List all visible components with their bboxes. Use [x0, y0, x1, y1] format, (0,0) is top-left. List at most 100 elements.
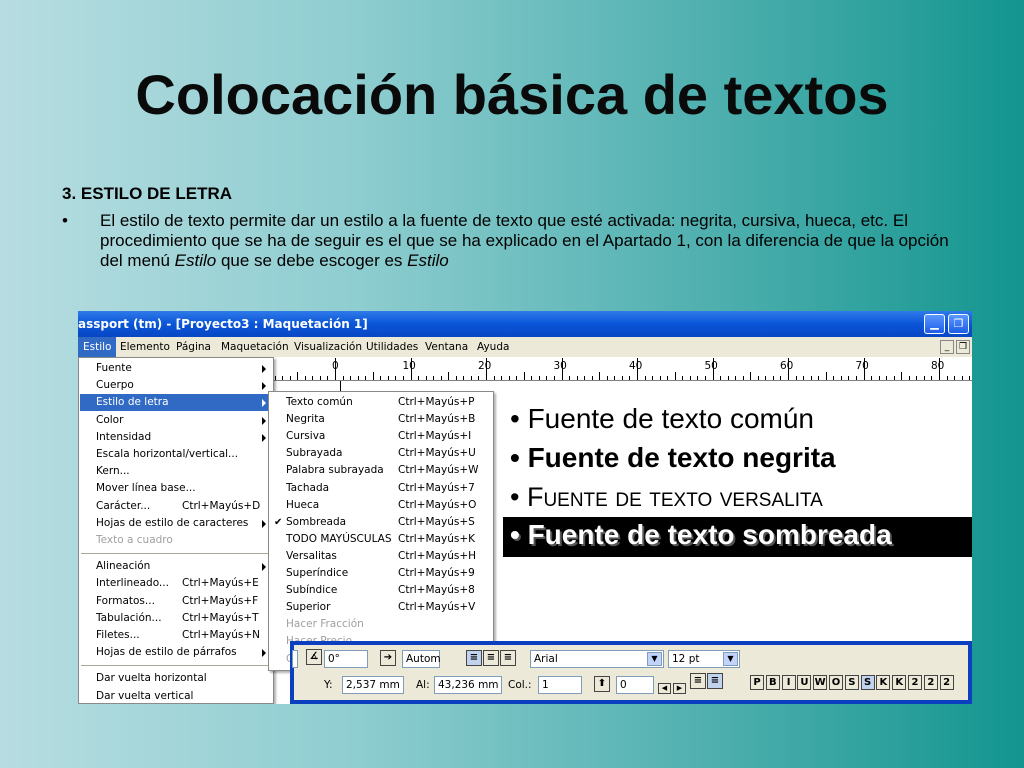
ruler-tick — [735, 376, 737, 380]
font-select[interactable]: Arial ▼ — [530, 650, 664, 668]
type-style-button[interactable]: W — [813, 675, 828, 690]
al-field[interactable]: 43,236 mm — [434, 676, 502, 694]
menu-utilidades[interactable]: Utilidades — [361, 337, 423, 357]
submenu-item[interactable]: Superíndice Ctrl+Mayús+9 — [270, 565, 492, 582]
angle-icon: ∡ — [306, 649, 322, 665]
align-right-icon[interactable]: ≡ — [500, 650, 516, 666]
menu-item[interactable]: Hojas de estilo de caracteres — [80, 515, 272, 532]
menu-estilo[interactable]: Estilo — [78, 337, 117, 357]
size-select[interactable]: 12 pt ▼ — [668, 650, 740, 668]
submenu-item[interactable]: Versalitas Ctrl+Mayús+H — [270, 548, 492, 565]
menu-visualizacion[interactable]: Visualización — [289, 337, 367, 357]
tracking-field[interactable]: 0 — [616, 676, 654, 694]
type-style-button[interactable]: S — [860, 675, 875, 690]
ruler-label: 40 — [629, 360, 643, 372]
type-style-button[interactable]: I — [781, 675, 796, 690]
menu-item[interactable]: Formatos... Ctrl+Mayús+F — [80, 593, 272, 610]
menu-item[interactable]: Intensidad — [80, 429, 272, 446]
type-style-button[interactable]: 2 — [939, 675, 954, 690]
type-style-button[interactable]: K — [892, 675, 907, 690]
submenu-item[interactable]: ✔ Sombreada Ctrl+Mayús+S — [270, 514, 492, 531]
menu-item-label: Intensidad — [96, 430, 152, 443]
menu-ventana[interactable]: Ventana — [420, 337, 473, 357]
align-left-icon[interactable]: ≡ — [466, 650, 482, 666]
menu-item[interactable]: Kern... — [80, 463, 272, 480]
doc-line-shadow[interactable]: • Fuente de texto sombreada — [510, 519, 892, 551]
menu-item[interactable]: Escala horizontal/vertical... — [80, 446, 272, 463]
menu-item[interactable]: Tabulación... Ctrl+Mayús+T — [80, 610, 272, 627]
type-style-button[interactable]: K — [876, 675, 891, 690]
menu-item[interactable]: Carácter... Ctrl+Mayús+D — [80, 498, 272, 515]
doc-line-common[interactable]: • Fuente de texto común — [510, 403, 814, 435]
submenu-item[interactable]: Hueca Ctrl+Mayús+O — [270, 497, 492, 514]
bullet-marker: • — [62, 211, 68, 230]
submenu-item: Hacer Fracción — [270, 616, 492, 633]
ruler-tick — [757, 376, 759, 380]
minimize-icon[interactable]: ▁ — [924, 314, 945, 334]
restore-icon[interactable]: ❐ — [948, 314, 969, 334]
menu-item[interactable]: Mover línea base... — [80, 480, 272, 497]
menu-item[interactable]: Fuente — [80, 360, 272, 377]
type-style-button[interactable]: O — [829, 675, 843, 690]
ruler-tick — [795, 376, 797, 380]
ruler-tick — [659, 376, 661, 380]
submenu-item[interactable]: TODO MAYÚSCULAS Ctrl+Mayús+K — [270, 531, 492, 548]
menu-item[interactable]: Hojas de estilo de párrafos — [80, 644, 272, 661]
menu-item[interactable]: Interlineado... Ctrl+Mayús+E — [80, 575, 272, 592]
submenu-item[interactable]: Texto común Ctrl+Mayús+P — [270, 394, 492, 411]
ruler-tick — [425, 376, 427, 380]
mdi-minimize-icon[interactable]: _ — [940, 340, 954, 354]
submenu-item[interactable]: Subrayada Ctrl+Mayús+U — [270, 445, 492, 462]
menu-item[interactable]: Alineación — [80, 558, 272, 575]
align-center-icon[interactable]: ≡ — [483, 650, 499, 666]
ruler-label: 0 — [332, 360, 339, 372]
submenu-item-shortcut: Ctrl+Mayús+7 — [398, 481, 475, 494]
ruler-tick — [455, 376, 457, 380]
ruler-tick — [644, 376, 646, 380]
menu-item[interactable]: Dar vuelta horizontal — [80, 670, 272, 687]
force-justify-icon[interactable]: ≡ — [707, 673, 723, 689]
submenu-item-label: Superíndice — [286, 567, 349, 579]
doc-line-bold[interactable]: • Fuente de texto negrita — [510, 442, 836, 474]
mdi-restore-icon[interactable]: ❐ — [956, 340, 970, 354]
submenu-item[interactable]: Tachada Ctrl+Mayús+7 — [270, 480, 492, 497]
submenu-item-label: Negrita — [286, 413, 325, 426]
arrow-up-icon[interactable]: ⬆ — [594, 676, 610, 692]
submenu-item-label: Hueca — [286, 498, 320, 511]
submenu-item[interactable]: Palabra subrayada Ctrl+Mayús+W — [270, 462, 492, 479]
submenu-item[interactable]: Cursiva Ctrl+Mayús+I — [270, 428, 492, 445]
menu-item[interactable]: Cuerpo — [80, 377, 272, 394]
type-style-button[interactable]: B — [765, 675, 780, 690]
menu-item[interactable]: Filetes... Ctrl+Mayús+N — [80, 627, 272, 644]
submenu-item[interactable]: Superior Ctrl+Mayús+V — [270, 599, 492, 616]
menu-maquetacion[interactable]: Maquetación — [216, 337, 294, 357]
palette-field-stub[interactable] — [292, 650, 298, 668]
type-style-button[interactable]: 2 — [908, 675, 922, 690]
chevron-down-icon[interactable]: ▼ — [723, 652, 738, 666]
col-label: Col.: — [508, 679, 532, 691]
type-style-button[interactable]: U — [797, 675, 812, 690]
chevron-down-icon[interactable]: ▼ — [647, 652, 662, 666]
menu-item-label: Escala horizontal/vertical... — [96, 448, 239, 460]
col-field[interactable]: 1 — [538, 676, 582, 694]
arrow-right-icon[interactable]: ➔ — [380, 650, 396, 666]
type-style-button[interactable]: P — [750, 675, 764, 690]
menu-item[interactable]: Dar vuelta vertical — [80, 688, 272, 704]
justify-icon[interactable]: ≡ — [690, 673, 706, 689]
type-style-button[interactable]: 2 — [923, 675, 938, 690]
menu-pagina[interactable]: Página — [171, 337, 216, 357]
angle-field[interactable]: 0° — [324, 650, 368, 668]
submenu-item[interactable]: Subíndice Ctrl+Mayús+8 — [270, 582, 492, 599]
submenu-item[interactable]: Negrita Ctrl+Mayús+B — [270, 411, 492, 428]
leading-field[interactable]: Autom — [402, 650, 441, 668]
ruler-tick — [855, 376, 857, 380]
menu-item[interactable]: Estilo de letra — [80, 394, 272, 412]
menu-ayuda[interactable]: Ayuda — [472, 337, 514, 357]
doc-line-smallcaps[interactable]: • Fuente de texto versalita — [510, 482, 823, 513]
menu-elemento[interactable]: Elemento — [115, 337, 175, 357]
type-style-button[interactable]: S — [844, 675, 859, 690]
y-field[interactable]: 2,537 mm — [342, 676, 404, 694]
arrow-left-icon[interactable]: ◀ — [658, 683, 671, 694]
arrow-right-small-icon[interactable]: ▶ — [673, 683, 686, 694]
menu-item[interactable]: Color — [80, 412, 272, 429]
